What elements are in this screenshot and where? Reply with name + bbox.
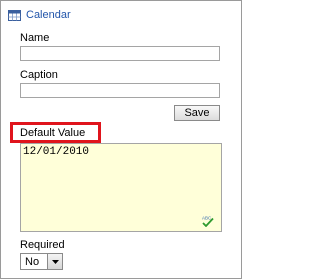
name-input[interactable] bbox=[20, 46, 220, 61]
calendar-settings-panel: Calendar Name Caption Save Default Value… bbox=[0, 0, 242, 279]
calendar-icon bbox=[8, 9, 21, 21]
default-value-label: Default Value bbox=[20, 127, 86, 139]
dropdown-arrow-icon[interactable] bbox=[47, 254, 62, 269]
panel-title[interactable]: Calendar bbox=[26, 9, 71, 21]
caption-input[interactable] bbox=[20, 83, 220, 98]
name-label: Name bbox=[20, 32, 50, 44]
spellcheck-icon[interactable]: ABC bbox=[201, 215, 215, 227]
required-label: Required bbox=[20, 239, 65, 251]
required-selected-value: No bbox=[25, 255, 40, 268]
chevron-down-icon bbox=[51, 259, 59, 264]
default-value-textarea[interactable]: 12/01/2010 ABC bbox=[20, 143, 222, 232]
caption-label: Caption bbox=[20, 69, 58, 81]
required-select[interactable]: No bbox=[20, 253, 63, 270]
svg-text:ABC: ABC bbox=[202, 216, 212, 221]
default-value-text: 12/01/2010 bbox=[23, 146, 90, 158]
panel-header: Calendar bbox=[8, 8, 71, 22]
save-button[interactable]: Save bbox=[174, 105, 220, 121]
